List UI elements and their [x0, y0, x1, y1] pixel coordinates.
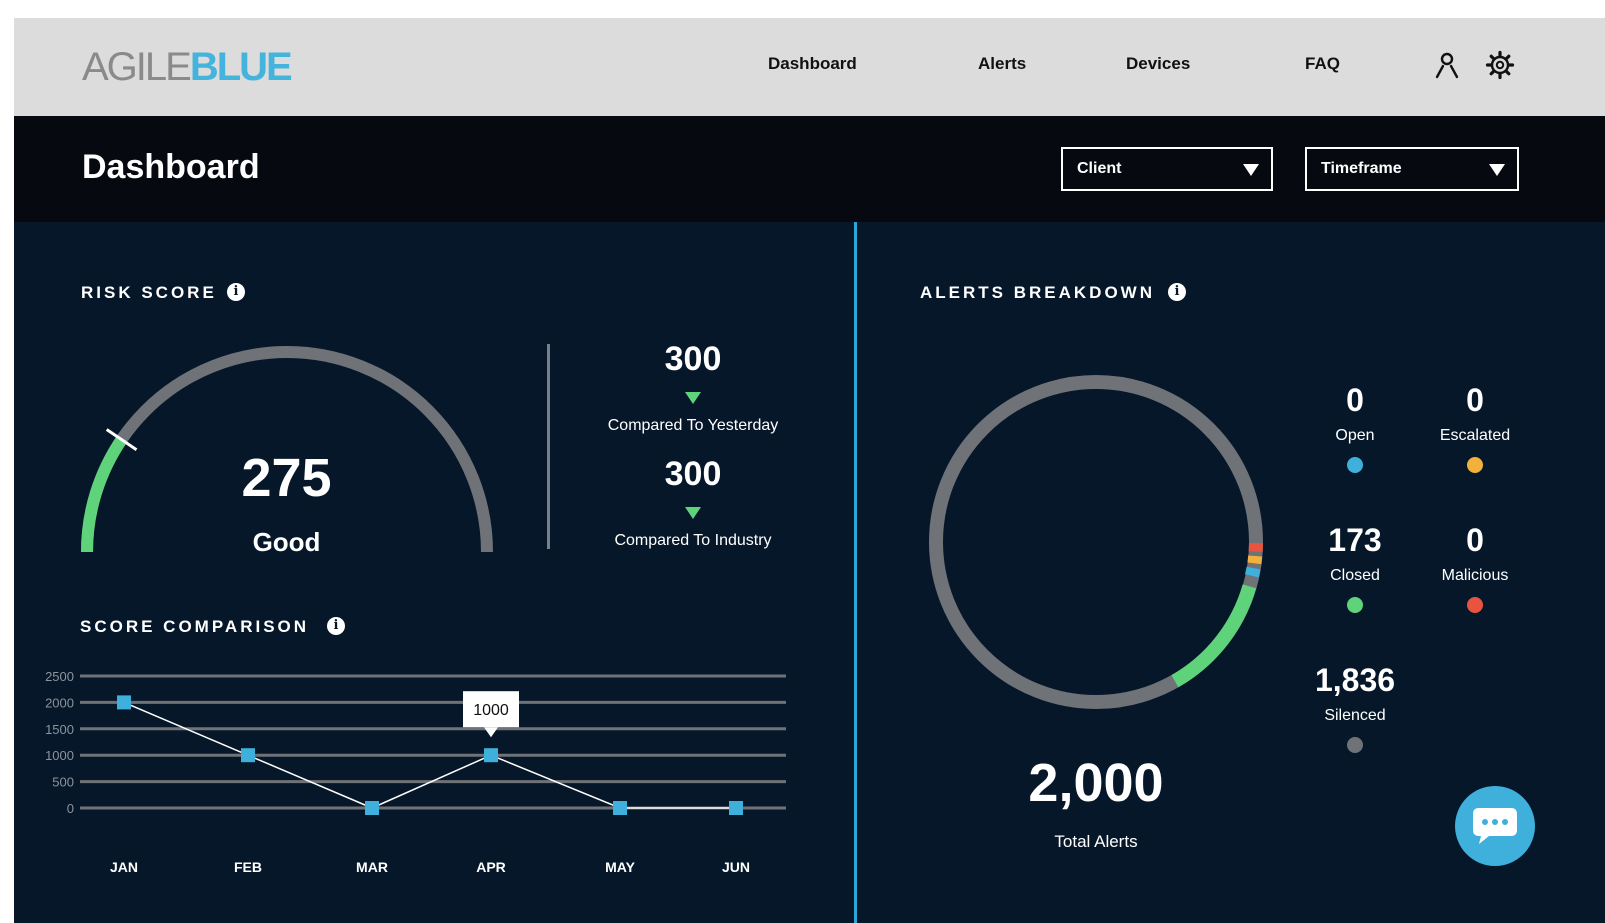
donut-escalated-segment	[1247, 555, 1263, 565]
info-icon[interactable]: i	[227, 283, 245, 301]
info-icon[interactable]: i	[1168, 283, 1186, 301]
user-icon[interactable]	[1432, 50, 1462, 80]
trend-down-icon	[685, 507, 701, 519]
donut-closed-segment	[1171, 584, 1257, 688]
stat-closed-value: 173	[1328, 522, 1382, 558]
chat-button[interactable]	[1455, 786, 1535, 866]
stat-escalated-value: 0	[1466, 382, 1484, 418]
stat-closed[interactable]: 173 Closed	[1300, 522, 1410, 613]
stat-escalated[interactable]: 0 Escalated	[1420, 382, 1530, 473]
yesterday-label: Compared To Yesterday	[607, 417, 779, 434]
chat-icon	[1473, 808, 1517, 844]
legend-dot	[1467, 597, 1483, 613]
chevron-down-icon	[1243, 164, 1259, 176]
x-tick-label: MAY	[605, 859, 635, 875]
industry-value: 300	[664, 455, 722, 493]
nav-dashboard[interactable]: Dashboard	[768, 54, 857, 74]
alerts-breakdown-title: ALERTS BREAKDOWN	[920, 283, 1155, 302]
nav-faq[interactable]: FAQ	[1305, 54, 1340, 74]
main-content: RISK SCORE i 275 Good 300 Compared To Ye…	[14, 222, 1605, 923]
panel-divider	[854, 222, 857, 923]
risk-score-value: 275	[241, 448, 332, 508]
x-tick-label: JAN	[110, 859, 138, 875]
logo-part2: BLUE	[189, 45, 293, 89]
risk-score-rating: Good	[252, 527, 321, 557]
stat-malicious[interactable]: 0 Malicious	[1420, 522, 1530, 613]
y-tick-label: 1500	[45, 722, 74, 737]
stat-silenced-value: 1,836	[1314, 662, 1396, 698]
data-point	[117, 695, 131, 710]
legend-dot	[1347, 737, 1363, 753]
client-select-label: Client	[1077, 160, 1122, 177]
data-point	[729, 801, 743, 815]
page-title: Dashboard	[82, 148, 260, 186]
total-alerts-label: Total Alerts	[1054, 832, 1138, 851]
top-nav: AGILEBLUE Dashboard Alerts Devices FAQ	[14, 18, 1605, 116]
nav-devices[interactable]: Devices	[1126, 54, 1190, 74]
legend-dot	[1467, 457, 1483, 473]
y-tick-label: 2000	[45, 695, 74, 710]
stat-malicious-value: 0	[1466, 522, 1484, 558]
y-tick-label: 1000	[45, 748, 74, 763]
score-comparison-title: SCORE COMPARISON	[80, 617, 310, 636]
timeframe-select-label: Timeframe	[1321, 160, 1402, 177]
timeframe-select[interactable]: Timeframe	[1305, 147, 1519, 191]
stat-silenced-label: Silenced	[1324, 707, 1386, 724]
risk-score-title: RISK SCORE	[81, 283, 217, 302]
stat-open-label: Open	[1335, 427, 1375, 444]
tooltip-pointer	[484, 727, 498, 738]
industry-label: Compared To Industry	[614, 532, 772, 549]
yesterday-value: 300	[664, 340, 722, 378]
logo-part1: AGILE	[82, 45, 192, 89]
x-tick-label: JUN	[722, 859, 750, 875]
y-tick-label: 0	[67, 801, 74, 816]
donut-open-segment	[1244, 566, 1261, 578]
legend-dot	[1347, 597, 1363, 613]
y-tick-label: 500	[52, 775, 74, 790]
alerts-donut	[929, 375, 1263, 709]
stat-open[interactable]: 0 Open	[1300, 382, 1410, 473]
stat-malicious-label: Malicious	[1441, 567, 1509, 584]
gear-icon[interactable]	[1485, 50, 1515, 80]
info-icon[interactable]: i	[327, 617, 345, 635]
stat-open-value: 0	[1346, 382, 1364, 418]
stat-closed-label: Closed	[1330, 567, 1380, 584]
data-point	[241, 748, 255, 763]
data-point	[365, 801, 379, 815]
chevron-down-icon	[1489, 164, 1505, 176]
page-header: Dashboard Client Timeframe	[14, 116, 1605, 222]
score-comparison-chart: 0 500 1000 1500 2000 2500 JAN FEB MAR APR MAY JUN 10…	[45, 669, 786, 875]
data-point	[613, 801, 627, 815]
trend-down-icon	[685, 392, 701, 404]
app: AGILEBLUE Dashboard Alerts Devices FAQ D…	[14, 18, 1605, 923]
data-point	[484, 748, 498, 763]
y-tick-label: 2500	[45, 669, 74, 684]
logo[interactable]: AGILEBLUE	[82, 42, 293, 92]
stat-escalated-label: Escalated	[1439, 427, 1511, 444]
x-tick-label: APR	[476, 859, 506, 875]
stat-silenced[interactable]: 1,836 Silenced	[1300, 662, 1410, 753]
tooltip-text: 1000	[473, 702, 509, 719]
risk-separator	[547, 344, 550, 549]
x-tick-label: FEB	[234, 859, 262, 875]
client-select[interactable]: Client	[1061, 147, 1273, 191]
nav-alerts[interactable]: Alerts	[978, 54, 1026, 74]
total-alerts-value: 2,000	[1028, 753, 1164, 813]
legend-dot	[1347, 457, 1363, 473]
gauge-fill	[81, 436, 127, 553]
x-tick-label: MAR	[356, 859, 388, 875]
